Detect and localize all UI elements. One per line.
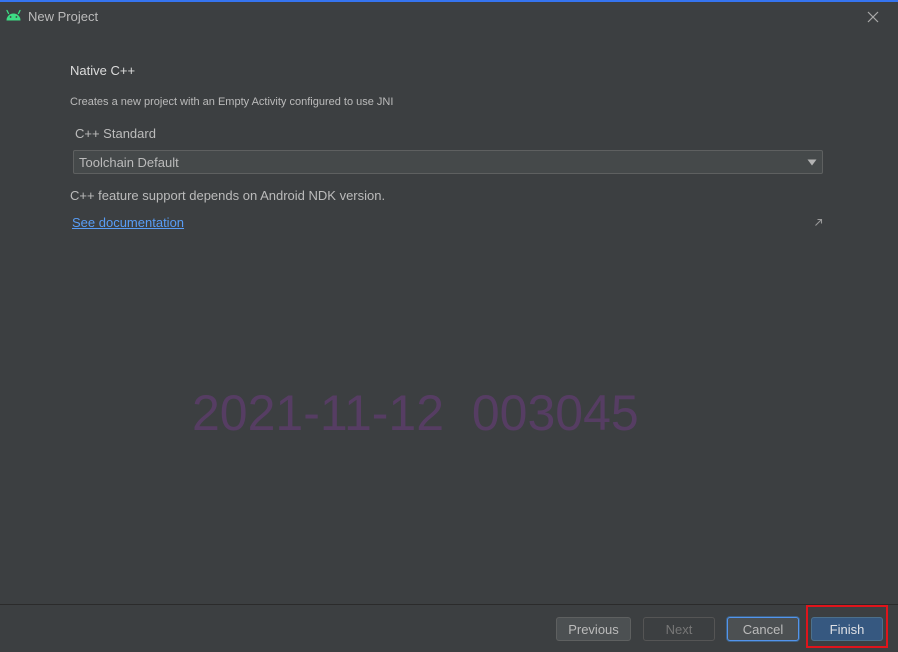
- dialog-footer: Previous Next Cancel Finish: [0, 605, 898, 652]
- template-title: Native C++: [70, 63, 136, 78]
- new-project-dialog: New Project Native C++ Creates a new pro…: [0, 0, 898, 652]
- timestamp-watermark: 2021-11-12 003045: [192, 385, 639, 441]
- next-button[interactable]: Next: [643, 617, 715, 641]
- ndk-support-note: C++ feature support depends on Android N…: [70, 188, 386, 203]
- cpp-standard-dropdown[interactable]: Toolchain Default: [73, 150, 823, 174]
- title-bar: New Project: [0, 2, 898, 30]
- finish-button[interactable]: Finish: [811, 617, 883, 641]
- previous-button[interactable]: Previous: [556, 617, 631, 641]
- cancel-button[interactable]: Cancel: [727, 617, 799, 641]
- chevron-down-icon: [807, 159, 817, 166]
- external-link-icon[interactable]: [814, 218, 823, 227]
- window-title: New Project: [28, 9, 99, 24]
- project-config-panel: Native C++ Creates a new project with an…: [0, 30, 898, 604]
- close-icon[interactable]: [864, 8, 882, 26]
- cpp-standard-selected-value: Toolchain Default: [79, 155, 179, 170]
- android-icon: [6, 9, 21, 21]
- template-description: Creates a new project with an Empty Acti…: [70, 96, 394, 108]
- see-documentation-link[interactable]: See documentation: [72, 215, 184, 231]
- cpp-standard-label: C++ Standard: [75, 126, 156, 141]
